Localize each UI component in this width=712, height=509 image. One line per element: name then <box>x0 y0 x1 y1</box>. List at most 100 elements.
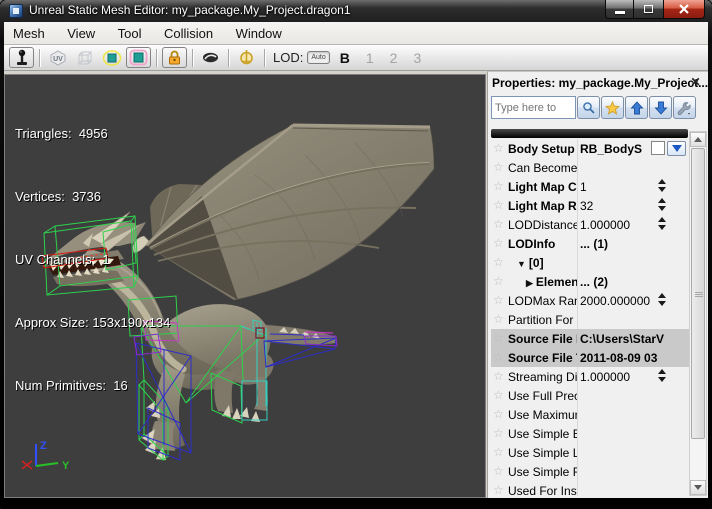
property-value: 2011-08-09 03 <box>580 351 689 365</box>
lod-auto-button[interactable]: Auto <box>307 51 329 64</box>
lod-3-button[interactable]: 3 <box>413 50 421 66</box>
favorite-star-icon[interactable]: ☆ <box>493 426 504 440</box>
favorite-star-icon[interactable]: ☆ <box>493 483 504 496</box>
favorite-star-icon[interactable]: ☆ <box>493 369 504 383</box>
scroll-up-icon[interactable] <box>690 132 706 147</box>
category-header-bar[interactable] <box>491 129 688 138</box>
menu-collision[interactable]: Collision <box>155 22 222 41</box>
value-spinner[interactable] <box>656 198 668 213</box>
object-dropdown-button[interactable] <box>667 141 686 156</box>
lod-2-button[interactable]: 2 <box>390 50 398 66</box>
find-previous-button[interactable] <box>625 96 648 119</box>
favorite-star-icon[interactable]: ☆ <box>493 179 504 193</box>
value-spinner[interactable] <box>656 293 668 308</box>
property-row[interactable]: ☆Light Map Coc1 <box>491 177 689 196</box>
3d-viewport[interactable]: Z Y Triangles: 4956 Vertices: 3736 UV Ch… <box>4 74 486 498</box>
show-collision-icon <box>129 49 148 66</box>
menu-mesh[interactable]: Mesh <box>4 22 54 41</box>
favorite-star-icon[interactable]: ☆ <box>493 293 504 307</box>
search-button[interactable] <box>577 96 600 119</box>
property-row[interactable]: ☆▼[0] <box>491 253 689 272</box>
show-object-button[interactable] <box>651 141 665 155</box>
favorite-star-icon[interactable]: ☆ <box>493 388 504 402</box>
property-row[interactable]: ☆ Used For Instan <box>491 481 689 496</box>
favorite-star-icon[interactable]: ☆ <box>493 217 504 231</box>
socket-manager-button[interactable] <box>234 47 259 68</box>
pilot-joystick-button[interactable] <box>9 47 34 68</box>
favorite-star-icon[interactable]: ☆ <box>493 141 504 155</box>
wireframe-cube-button[interactable] <box>72 47 97 68</box>
lod-1-button[interactable]: 1 <box>366 50 374 66</box>
pilot-joystick-icon <box>14 49 30 67</box>
scrollbar-thumb[interactable] <box>691 148 705 439</box>
value-spinner[interactable] <box>656 369 668 384</box>
property-label: LODMax Range <box>508 294 577 308</box>
show-collision-button[interactable] <box>126 47 151 68</box>
property-row[interactable]: ☆Partition For Edg✓ <box>491 310 689 329</box>
property-value: 1.000000 <box>580 218 689 232</box>
titlebar[interactable]: Unreal Static Mesh Editor: my_package.My… <box>0 0 712 22</box>
property-row[interactable]: ☆Use Maximum St <box>491 405 689 424</box>
property-row[interactable]: ☆Use Full Precision <box>491 386 689 405</box>
menu-view[interactable]: View <box>58 22 104 41</box>
mesh-stats: Triangles: 4956 Vertices: 3736 UV Channe… <box>15 81 170 438</box>
favorite-star-icon[interactable]: ☆ <box>493 198 504 212</box>
options-button[interactable] <box>673 96 696 119</box>
stat-triangles: Triangles: 4956 <box>15 123 170 144</box>
property-row[interactable]: ☆LODInfo... (1) <box>491 234 689 253</box>
collapse-arrow-icon[interactable]: ▼ <box>517 259 526 269</box>
panel-close-icon[interactable]: ✕ <box>688 75 703 90</box>
favorite-star-icon[interactable]: ☆ <box>493 407 504 421</box>
camera-button[interactable] <box>198 47 223 68</box>
favorite-star-icon[interactable]: ☆ <box>493 331 504 345</box>
uv-overlay-button[interactable]: UV <box>45 47 70 68</box>
property-row[interactable]: ☆Can Become Dy <box>491 158 689 177</box>
find-next-button[interactable] <box>649 96 672 119</box>
minimize-icon <box>615 11 625 14</box>
property-row[interactable]: ☆Light Map Res32 <box>491 196 689 215</box>
lock-camera-button[interactable] <box>162 47 187 68</box>
stat-vertices: Vertices: 3736 <box>15 186 170 207</box>
property-label: Partition For Edg <box>508 313 577 327</box>
favorite-star-icon[interactable]: ☆ <box>493 445 504 459</box>
menu-window[interactable]: Window <box>227 22 291 41</box>
property-row[interactable]: ☆Use Simple Rigid✓ <box>491 462 689 481</box>
property-label: Light Map Res <box>508 199 577 213</box>
property-row[interactable]: ☆Streaming Dista1.000000 <box>491 367 689 386</box>
panel-scrollbar[interactable] <box>689 131 707 496</box>
uv-overlay-icon: UV <box>49 50 67 66</box>
value-spinner[interactable] <box>656 217 668 232</box>
favorite-star-icon[interactable]: ☆ <box>493 255 504 269</box>
menu-tool[interactable]: Tool <box>109 22 151 41</box>
search-input[interactable] <box>491 96 576 119</box>
property-row[interactable]: ☆Use Simple Line✓ <box>491 443 689 462</box>
property-row[interactable]: ☆▶Elements... (2) <box>491 272 689 291</box>
property-row[interactable]: ☆Source File Tim2011-08-09 03 <box>491 348 689 367</box>
property-grid: ☆Body SetupRB_BodyS☆Can Become Dy☆Light … <box>491 139 689 496</box>
toolbar: UV <box>4 45 708 71</box>
property-row[interactable]: ☆Use Simple Box✓ <box>491 424 689 443</box>
axis-z-label: Z <box>40 440 47 452</box>
minimize-button[interactable] <box>605 0 634 19</box>
favorites-button[interactable] <box>601 96 624 119</box>
favorite-star-icon[interactable]: ☆ <box>493 160 504 174</box>
wrench-options-icon <box>677 101 692 115</box>
lod-base-button[interactable]: B <box>340 50 350 66</box>
favorite-star-icon[interactable]: ☆ <box>493 464 504 478</box>
search-icon <box>582 101 596 115</box>
property-row[interactable]: ☆LODDistance Ra1.000000 <box>491 215 689 234</box>
close-button[interactable] <box>663 0 705 19</box>
scroll-down-icon[interactable] <box>690 480 706 495</box>
favorite-star-icon[interactable]: ☆ <box>493 274 504 288</box>
property-row[interactable]: ☆LODMax Range2000.000000 <box>491 291 689 310</box>
value-spinner[interactable] <box>656 179 668 194</box>
favorite-star-icon[interactable]: ☆ <box>493 350 504 364</box>
property-row[interactable]: ☆Body SetupRB_BodyS <box>491 139 689 158</box>
favorite-star-icon[interactable]: ☆ <box>493 236 504 250</box>
show-bounds-button[interactable] <box>99 47 124 68</box>
property-row[interactable]: ☆Source File PatC:\Users\StarV <box>491 329 689 348</box>
expand-arrow-icon[interactable]: ▶ <box>526 278 533 288</box>
property-label: Used For Instan <box>508 484 577 496</box>
maximize-button[interactable] <box>634 0 663 19</box>
favorite-star-icon[interactable]: ☆ <box>493 312 504 326</box>
